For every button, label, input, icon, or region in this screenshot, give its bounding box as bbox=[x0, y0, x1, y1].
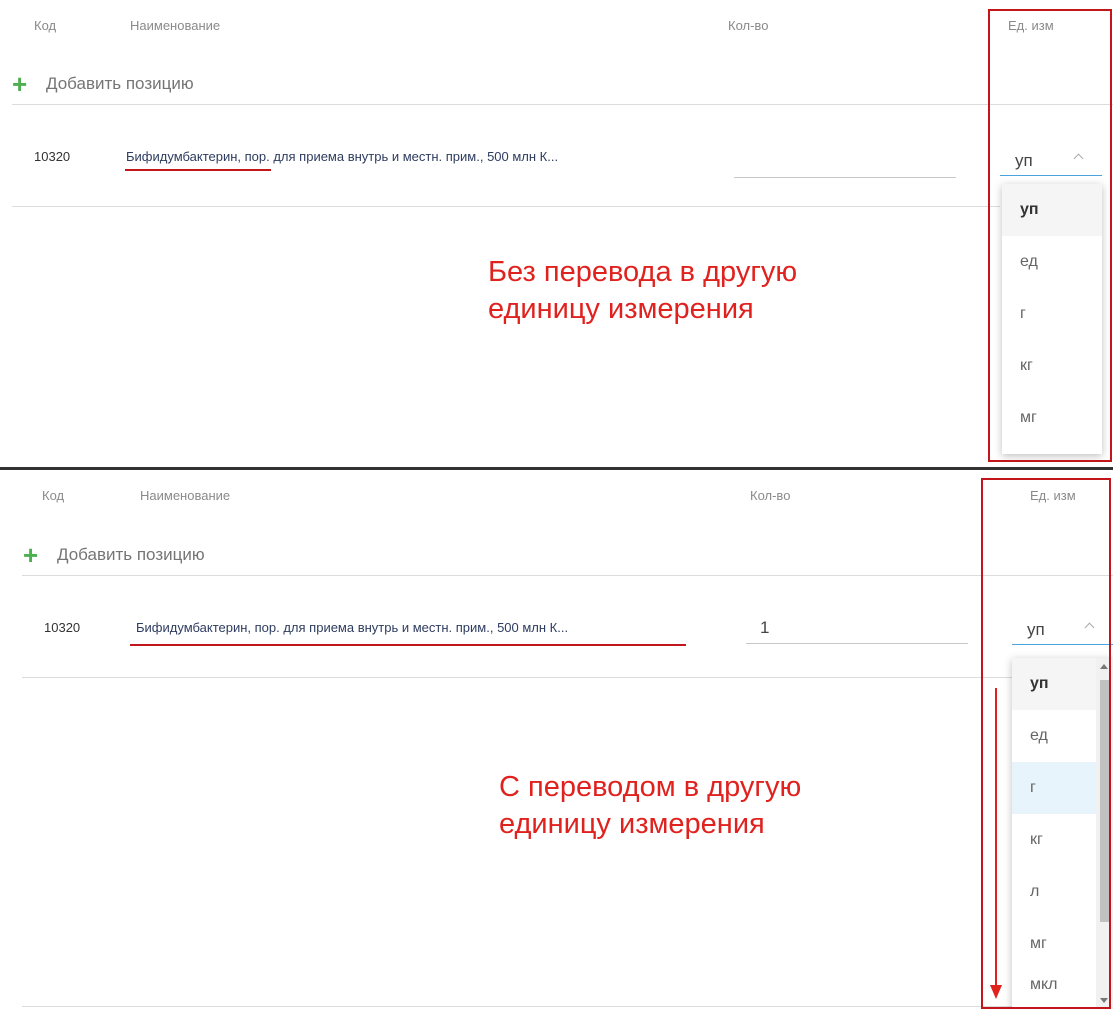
divider bbox=[12, 104, 1113, 105]
annotation-line-1: Без перевода в другую bbox=[488, 256, 798, 288]
row-code: 10320 bbox=[44, 620, 81, 635]
row-name-link[interactable]: Бифидумбактерин, пор. для приема внутрь … bbox=[126, 149, 558, 164]
add-position-button[interactable]: + Добавить позицию bbox=[12, 69, 194, 99]
annotation-line-1: С переводом в другую bbox=[499, 771, 802, 803]
add-position-label: Добавить позицию bbox=[57, 545, 205, 564]
add-position-button[interactable]: + Добавить позицию bbox=[23, 540, 205, 570]
header-qty: Кол-во bbox=[728, 18, 769, 33]
scroll-arrow-annotation bbox=[995, 688, 997, 986]
panel-with-conversion: Код Наименование Кол-во Ед. изм + Добави… bbox=[0, 470, 1113, 1009]
header-name: Наименование bbox=[130, 18, 221, 33]
divider bbox=[22, 1006, 1012, 1007]
name-underline-mark bbox=[125, 169, 271, 171]
name-underline-mark bbox=[130, 644, 686, 646]
divider bbox=[22, 575, 1113, 576]
header-code: Код bbox=[42, 488, 65, 503]
header-code: Код bbox=[34, 18, 57, 33]
highlight-frame bbox=[988, 9, 1112, 462]
quantity-input[interactable]: 1 bbox=[746, 618, 968, 644]
annotation-text: С переводом в другую единицу измерения bbox=[499, 769, 801, 843]
panel-without-conversion: Код Наименование Кол-во Ед. изм + Добави… bbox=[0, 0, 1113, 467]
header-qty: Кол-во bbox=[750, 488, 791, 503]
divider bbox=[12, 206, 1000, 207]
add-position-label: Добавить позицию bbox=[46, 74, 194, 93]
divider bbox=[22, 677, 1012, 678]
header-name: Наименование bbox=[140, 488, 231, 503]
highlight-frame bbox=[981, 478, 1111, 1009]
annotation-line-2: единицу измерения bbox=[488, 293, 754, 325]
arrow-down-icon bbox=[990, 985, 1002, 999]
plus-icon: + bbox=[12, 69, 28, 99]
plus-icon: + bbox=[23, 540, 39, 570]
row-code: 10320 bbox=[34, 149, 71, 164]
row-name-link[interactable]: Бифидумбактерин, пор. для приема внутрь … bbox=[136, 620, 568, 635]
annotation-line-2: единицу измерения bbox=[499, 808, 765, 840]
quantity-input[interactable] bbox=[734, 152, 956, 178]
annotation-text: Без перевода в другую единицу измерения bbox=[488, 254, 797, 328]
